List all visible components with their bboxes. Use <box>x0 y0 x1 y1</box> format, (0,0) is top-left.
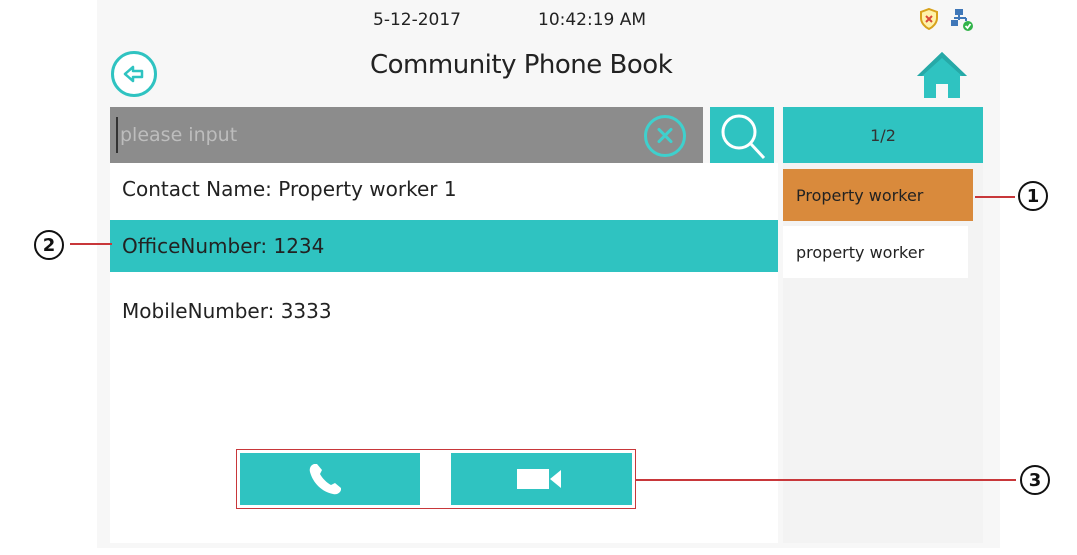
category-item-property-worker[interactable]: property worker <box>783 226 968 278</box>
back-arrow-icon <box>123 65 144 83</box>
back-button[interactable] <box>111 51 157 97</box>
category-item-property-worker-active[interactable]: Property worker <box>783 169 973 221</box>
home-icon[interactable] <box>913 48 971 100</box>
category-panel: Property worker property worker <box>783 163 983 543</box>
callout-marker-1: 1 <box>1018 181 1048 211</box>
call-action-bar <box>236 449 636 509</box>
callout-line-1 <box>975 196 1015 198</box>
callout-line-3 <box>636 479 1016 481</box>
shield-icon <box>920 8 938 30</box>
clear-icon[interactable] <box>644 115 686 157</box>
office-number-row[interactable]: OfficeNumber: 1234 <box>110 220 778 272</box>
search-bar <box>110 107 703 163</box>
page-title: Community Phone Book <box>370 50 673 80</box>
network-icon <box>951 9 973 31</box>
search-icon <box>721 114 766 160</box>
phone-icon <box>309 464 341 495</box>
mobile-number-row[interactable]: MobileNumber: 3333 <box>110 290 778 332</box>
status-date: 5-12-2017 <box>373 10 461 30</box>
video-call-button[interactable] <box>451 453 632 505</box>
page-indicator: 1/2 <box>783 107 983 163</box>
callout-marker-2: 2 <box>34 230 64 260</box>
search-button[interactable] <box>710 107 774 163</box>
status-time: 10:42:19 AM <box>538 10 647 30</box>
callout-marker-3: 3 <box>1020 465 1050 495</box>
callout-line-2 <box>70 243 112 245</box>
search-input[interactable] <box>116 117 642 153</box>
audio-call-button[interactable] <box>240 453 420 505</box>
contact-name-row: Contact Name: Property worker 1 <box>122 177 457 201</box>
video-camera-icon <box>517 469 561 489</box>
